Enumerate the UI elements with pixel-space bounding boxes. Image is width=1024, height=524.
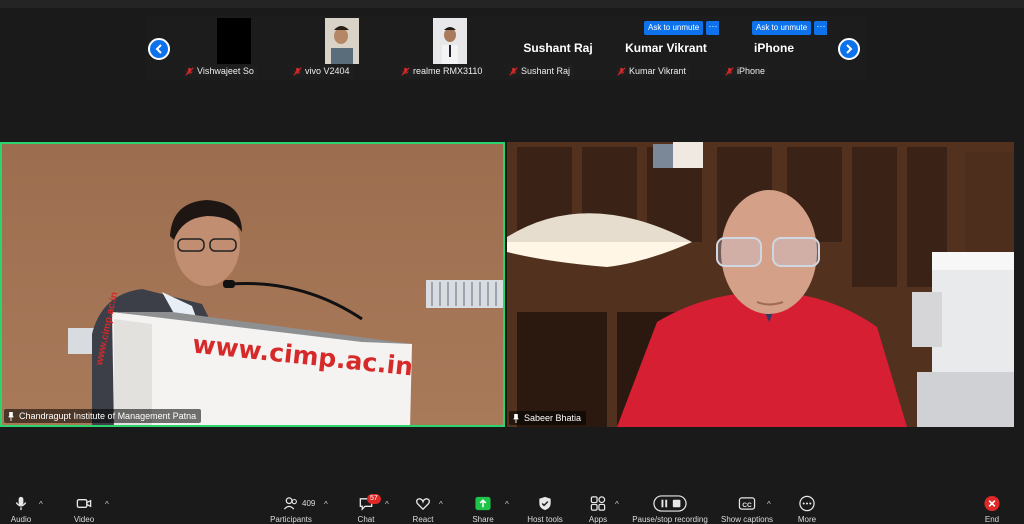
pin-icon xyxy=(513,413,519,423)
participant-name-label: vivo V2404 xyxy=(291,65,354,78)
participant-tile[interactable]: Vishwajeet So xyxy=(181,18,287,80)
audio-button[interactable]: Audio xyxy=(7,489,35,524)
participant-display-name: Kumar Vikrant xyxy=(625,41,707,55)
share-options-caret[interactable]: ^ xyxy=(505,500,509,509)
react-button[interactable]: React xyxy=(410,489,436,524)
participant-tile[interactable]: Ask to unmute ··· Kumar Vikrant Kumar Vi… xyxy=(613,18,719,80)
meeting-toolbar: Audio ^ Video ^ Participants 409 ^ Chat … xyxy=(0,489,1024,524)
more-button[interactable]: More xyxy=(794,489,820,524)
participants-icon xyxy=(283,497,297,510)
participant-more-button[interactable]: ··· xyxy=(814,21,827,35)
audio-options-caret[interactable]: ^ xyxy=(39,500,43,509)
chat-options-caret[interactable]: ^ xyxy=(385,500,389,509)
ask-to-unmute-button[interactable]: Ask to unmute xyxy=(752,21,812,35)
end-meeting-icon xyxy=(984,495,1000,512)
participant-video-frame xyxy=(507,142,1014,427)
participant-more-button[interactable]: ··· xyxy=(706,21,719,35)
participant-name-label: realme RMX3110 xyxy=(399,65,487,78)
video-name-label: Sabeer Bhatia xyxy=(509,411,587,425)
speaker-video-frame xyxy=(2,144,503,425)
mic-muted-icon xyxy=(617,67,626,76)
chevron-left-icon xyxy=(155,44,162,54)
end-meeting-button[interactable]: End xyxy=(979,489,1005,524)
participant-tile[interactable]: Sushant Raj Sushant Raj xyxy=(505,18,611,80)
video-camera-icon xyxy=(76,499,92,508)
chevron-right-icon xyxy=(846,44,853,54)
heart-icon xyxy=(416,498,430,511)
video-name-label: Chandragupt Institute of Management Patn… xyxy=(4,409,202,423)
participant-display-name: iPhone xyxy=(753,41,794,55)
participant-tile[interactable]: realme RMX3110 xyxy=(397,18,503,80)
participant-video-thumbnail xyxy=(325,18,359,64)
pin-icon xyxy=(8,411,14,421)
participants-count: 409 xyxy=(302,499,316,508)
svg-text:CC: CC xyxy=(742,502,752,509)
mic-muted-icon xyxy=(725,67,734,76)
share-button[interactable]: Share xyxy=(470,489,496,524)
video-options-caret[interactable]: ^ xyxy=(105,500,109,509)
apps-options-caret[interactable]: ^ xyxy=(615,500,619,509)
participant-tile[interactable]: Ask to unmute ··· iPhone iPhone xyxy=(721,18,827,80)
participant-video-thumbnail xyxy=(217,18,251,64)
participant-name-label: Vishwajeet So xyxy=(183,65,258,78)
participant-video[interactable]: Sabeer Bhatia xyxy=(507,142,1014,427)
participant-video-thumbnail xyxy=(433,18,467,64)
next-page-button[interactable] xyxy=(838,38,860,60)
participant-tile[interactable]: vivo V2404 xyxy=(289,18,395,80)
chat-unread-badge: 57 xyxy=(367,494,381,504)
active-speaker-video[interactable]: www.cimp.ac.in www.cimp.ac.in Chandragup… xyxy=(0,142,505,427)
participant-name-label: Sushant Raj xyxy=(507,65,575,78)
microphone-icon xyxy=(15,496,27,511)
apps-grid-icon xyxy=(590,496,606,511)
mic-muted-icon xyxy=(185,67,194,76)
video-button[interactable]: Video xyxy=(70,489,98,524)
previous-page-button[interactable] xyxy=(148,38,170,60)
mic-muted-icon xyxy=(401,67,410,76)
share-screen-icon xyxy=(475,496,491,511)
shield-icon xyxy=(539,496,551,511)
pause-stop-recording-icon xyxy=(653,495,687,512)
participants-options-caret[interactable]: ^ xyxy=(324,500,328,509)
mic-muted-icon xyxy=(509,67,518,76)
participant-name-label: Kumar Vikrant xyxy=(615,65,690,78)
closed-captions-icon: CC xyxy=(738,497,756,510)
host-tools-button[interactable]: Host tools xyxy=(525,489,565,524)
recording-control-button[interactable]: Pause/stop recording xyxy=(630,489,710,524)
react-options-caret[interactable]: ^ xyxy=(439,500,443,509)
mic-muted-icon xyxy=(293,67,302,76)
participant-name-label: iPhone xyxy=(723,65,770,78)
captions-options-caret[interactable]: ^ xyxy=(767,500,771,509)
apps-button[interactable]: Apps xyxy=(586,489,610,524)
ask-to-unmute-button[interactable]: Ask to unmute xyxy=(644,21,704,35)
more-options-icon xyxy=(799,495,815,512)
window-top-bar xyxy=(0,0,1024,8)
participant-display-name: Sushant Raj xyxy=(523,41,593,55)
